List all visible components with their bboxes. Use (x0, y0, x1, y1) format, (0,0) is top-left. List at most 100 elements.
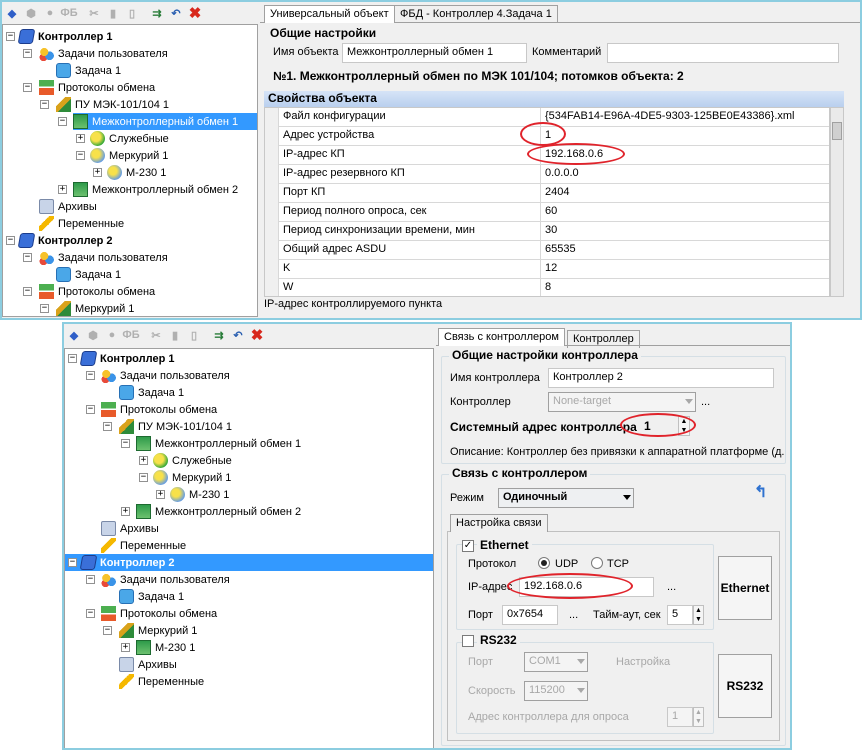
tree-node[interactable]: Задачи пользователя (101, 367, 230, 384)
tree-node[interactable]: Задачи пользователя (101, 571, 230, 588)
ip-address-browse[interactable]: ... (667, 581, 676, 593)
tree-node[interactable]: Переменные (39, 215, 124, 232)
collapse-toggle[interactable]: − (86, 575, 95, 584)
close-icon[interactable]: ✖ (187, 5, 203, 22)
cut-icon[interactable]: ✂ (86, 5, 102, 21)
collapse-toggle[interactable]: − (40, 100, 49, 109)
property-row[interactable]: IP-адрес резервного КП 0.0.0.0 (279, 165, 829, 184)
tree-node[interactable]: Служебные (153, 452, 232, 469)
timeout-spinner[interactable]: ▲ ▼ (693, 605, 704, 625)
page-icon[interactable]: ▯ (124, 5, 140, 21)
mode-select[interactable]: Одиночный (498, 488, 634, 508)
tree-node[interactable]: ПУ МЭК-101/104 1 (119, 418, 232, 435)
tree-node[interactable]: Протоколы обмена (101, 605, 217, 622)
tree-node[interactable]: Меркурий 1 (56, 300, 134, 316)
comment-input[interactable] (607, 43, 839, 63)
tree-node[interactable]: ПУ МЭК-101/104 1 (56, 96, 169, 113)
tree-node-selected[interactable]: Межконтроллерный обмен 1 (73, 113, 257, 130)
tree-node[interactable]: Межконтроллерный обмен 2 (73, 181, 238, 198)
port-browse[interactable]: ... (569, 609, 578, 621)
tree-node[interactable]: Задача 1 (56, 62, 121, 79)
export-icon[interactable]: ⇉ (149, 5, 165, 21)
back-arrow-icon[interactable]: ↰ (754, 482, 767, 502)
tree-node[interactable]: М-230 1 (136, 639, 195, 656)
tree-node[interactable]: Переменные (101, 537, 186, 554)
tree-node[interactable]: Переменные (119, 673, 204, 690)
collapse-toggle[interactable]: − (58, 117, 67, 126)
property-row[interactable]: K 12 (279, 260, 829, 279)
rs232-address-spinner[interactable]: ▲ ▼ (693, 707, 704, 727)
rs232-settings-label[interactable]: Настройка (616, 656, 670, 668)
undo-icon[interactable]: ↶ (230, 327, 246, 343)
collapse-toggle[interactable]: − (103, 422, 112, 431)
ethernet-checkbox[interactable]: ✓ (462, 540, 474, 552)
collapse-toggle[interactable]: − (23, 287, 32, 296)
tree-node[interactable]: Архивы (39, 198, 97, 215)
property-row[interactable]: Порт КП 2404 (279, 184, 829, 203)
port-input[interactable]: 0x7654 (502, 605, 558, 625)
cut-icon[interactable]: ✂ (148, 327, 164, 343)
expand-toggle[interactable]: + (93, 168, 102, 177)
tree-node[interactable]: М-230 1 (170, 486, 229, 503)
expand-toggle[interactable]: + (156, 490, 165, 499)
collapse-toggle[interactable]: − (103, 626, 112, 635)
tree-node[interactable]: Меркурий 1 (119, 622, 197, 639)
rs232-checkbox[interactable] (462, 635, 474, 647)
tree-node[interactable]: Задача 1 (119, 588, 184, 605)
expand-toggle[interactable]: + (139, 456, 148, 465)
collapse-toggle[interactable]: − (23, 49, 32, 58)
expand-toggle[interactable]: + (121, 507, 130, 516)
tree-node[interactable]: Архивы (119, 656, 177, 673)
tcp-radio[interactable] (591, 557, 603, 569)
tab-fbd[interactable]: ФБД - Контроллер 4.Задача 1 (394, 5, 558, 23)
tree-node[interactable]: Служебные (90, 130, 169, 147)
tree-node[interactable]: Контроллер 1 (17, 28, 112, 45)
tree-node[interactable]: Протоколы обмена (39, 283, 155, 300)
collapse-toggle[interactable]: − (86, 609, 95, 618)
controller-type-browse[interactable]: ... (701, 396, 710, 408)
property-row[interactable]: Общий адрес ASDU 65535 (279, 241, 829, 260)
tree-node[interactable]: М-230 1 (107, 164, 166, 181)
collapse-toggle[interactable]: − (68, 558, 77, 567)
tree-node[interactable]: Задачи пользователя (39, 45, 168, 62)
close-icon[interactable]: ✖ (249, 327, 265, 344)
shape2-icon[interactable]: ● (104, 327, 120, 343)
udp-radio[interactable] (538, 557, 550, 569)
tree-node[interactable]: Контроллер 2 (17, 232, 112, 249)
expand-toggle[interactable]: + (58, 185, 67, 194)
collapse-toggle[interactable]: − (86, 405, 95, 414)
tree-node[interactable]: Задача 1 (56, 266, 121, 283)
tree-node[interactable]: Межконтроллерный обмен 1 (136, 435, 301, 452)
property-row[interactable]: W8 (279, 279, 829, 296)
property-row[interactable]: Период синхронизации времени, мин 30 (279, 222, 829, 241)
properties-scrollbar[interactable] (830, 107, 844, 297)
shape-icon[interactable]: ⬢ (85, 327, 101, 343)
collapse-toggle[interactable]: − (139, 473, 148, 482)
page-icon[interactable]: ▯ (186, 327, 202, 343)
expand-toggle[interactable]: + (121, 643, 130, 652)
delete-icon[interactable]: ▮ (167, 327, 183, 343)
rs232-button[interactable]: RS232 (718, 654, 772, 718)
ethernet-button[interactable]: Ethernet (718, 556, 772, 620)
fb-icon[interactable]: ФБ (122, 327, 139, 343)
rs232-address-input[interactable]: 1 (667, 707, 693, 727)
expand-toggle[interactable]: + (76, 134, 85, 143)
timeout-input[interactable]: 5 (667, 605, 693, 625)
tree-node[interactable]: Меркурий 1 (90, 147, 168, 164)
tab-link-settings[interactable]: Настройка связи (450, 514, 548, 532)
tree-node[interactable]: Меркурий 1 (153, 469, 231, 486)
collapse-toggle[interactable]: − (6, 236, 15, 245)
collapse-toggle[interactable]: − (23, 253, 32, 262)
tree-node[interactable]: Межконтроллерный обмен 2 (136, 503, 301, 520)
rs232-speed-select[interactable]: 115200 (524, 681, 588, 701)
shape2-icon[interactable]: ● (42, 5, 58, 21)
controller-name-input[interactable]: Контроллер 2 (548, 368, 774, 388)
delete-icon[interactable]: ▮ (105, 5, 121, 21)
tree-node[interactable]: Протоколы обмена (39, 79, 155, 96)
undo-icon[interactable]: ↶ (168, 5, 184, 21)
tree-node[interactable]: Контроллер 1 (79, 350, 174, 367)
collapse-toggle[interactable]: − (23, 83, 32, 92)
controller-type-select[interactable]: None-target (548, 392, 696, 412)
collapse-toggle[interactable]: − (86, 371, 95, 380)
collapse-toggle[interactable]: − (40, 304, 49, 313)
